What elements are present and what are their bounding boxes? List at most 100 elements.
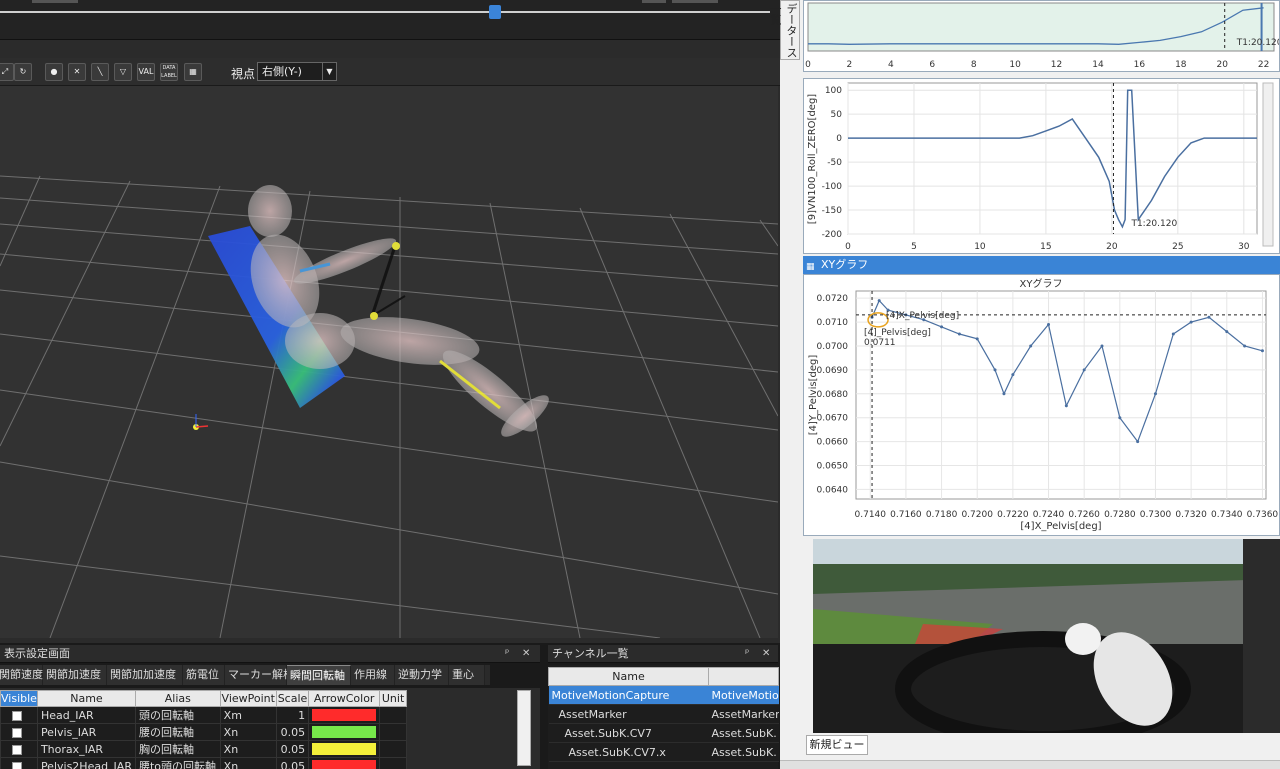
scale-cell[interactable]: 1 (275, 706, 310, 724)
visible-checkbox[interactable] (12, 710, 22, 721)
tab-joint-acceleration[interactable]: 関節加速度 (43, 665, 107, 685)
timeline-field-right-a[interactable] (642, 0, 666, 3)
table-icon[interactable]: ▦ (184, 63, 202, 81)
scale-cell[interactable]: 0.05 (275, 740, 310, 758)
roll-timeseries-chart[interactable]: 100 50 0 -50 -100 -150 -200 0 5 10 15 20 25 30 T1:20.1… (803, 78, 1280, 254)
col-name[interactable]: Name (36, 690, 136, 707)
visible-checkbox[interactable] (12, 761, 22, 769)
data-label-icon[interactable]: DATA LABEL (160, 63, 178, 81)
tab-center-of-mass[interactable]: 重心 (449, 665, 485, 685)
alias-cell[interactable]: 腰の回転軸 (134, 723, 221, 741)
close-icon[interactable]: ✕ (522, 645, 530, 663)
tab-instant-rotation-axis[interactable]: 瞬間回転軸 (287, 665, 351, 685)
unit-cell[interactable] (379, 740, 407, 758)
viewpoint-cell[interactable]: Xn (219, 740, 277, 758)
channel-value[interactable]: AssetMarker (708, 704, 779, 724)
col-unit[interactable]: Unit (379, 690, 407, 707)
col-channel-value[interactable] (708, 667, 779, 686)
y-tick-label: 0.0640 (817, 485, 849, 495)
chevron-down-icon[interactable]: ▼ (322, 63, 336, 80)
x-tick-label: 25 (1172, 242, 1183, 252)
color-swatch[interactable] (312, 743, 377, 755)
visible-checkbox[interactable] (12, 744, 22, 755)
color-swatch[interactable] (312, 760, 377, 769)
tab-line-of-action[interactable]: 作用線 (351, 665, 395, 685)
person-icon[interactable]: ● (45, 63, 63, 81)
scale-cell[interactable]: 0.05 (275, 723, 310, 741)
xy-scatter-chart[interactable]: XYグラフ 0.0720 0.0710 0.0700 0.0690 0.0680 0.067… (803, 274, 1280, 536)
table-row[interactable]: Head_IAR 頭の回転軸 Xm 1 (0, 706, 407, 724)
table-row[interactable]: Pelvis2Head_IAR 腰to頭の回転軸 Xn 0.05 (0, 757, 407, 769)
timeline-field-right-b[interactable] (672, 0, 718, 3)
col-visible[interactable]: Visible (0, 690, 38, 707)
side-tab-data-list[interactable]: データース一覧 (769, 0, 800, 60)
bone-icon[interactable]: ╲ (91, 63, 109, 81)
list-item[interactable]: Asset.SubK.CV7 Asset.SubK. (548, 723, 779, 743)
timeline-field[interactable] (32, 0, 78, 3)
list-item[interactable]: AssetMarker AssetMarker (548, 704, 779, 724)
table-row[interactable]: Pelvis_IAR 腰の回転軸 Xn 0.05 (0, 723, 407, 741)
joint-icon[interactable]: ✕ (68, 63, 86, 81)
col-scale[interactable]: Scale (275, 690, 310, 707)
tab-inverse-dynamics[interactable]: 逆動力学 (395, 665, 449, 685)
channel-value[interactable]: Asset.SubK. (708, 723, 779, 743)
settings-scrollbar[interactable] (517, 690, 531, 766)
tab-marker-analysis[interactable]: マーカー解析 (225, 665, 294, 685)
timeline-slider-thumb[interactable] (489, 5, 501, 19)
pin-icon[interactable]: ᵖ (745, 645, 749, 663)
col-alias[interactable]: Alias (134, 690, 221, 707)
name-cell[interactable]: Pelvis2Head_IAR (36, 757, 136, 769)
tab-emg[interactable]: 筋電位 (183, 665, 225, 685)
alias-cell[interactable]: 頭の回転軸 (134, 706, 221, 724)
col-viewpoint[interactable]: ViewPoint (219, 690, 277, 707)
viewpoint-cell[interactable]: Xn (219, 757, 277, 769)
arrowcolor-cell[interactable] (308, 740, 381, 758)
arrowcolor-cell[interactable] (308, 757, 381, 769)
col-arrowcolor[interactable]: ArrowColor (308, 690, 381, 707)
viewpoint-select[interactable]: 右側(Y-) ▼ (257, 62, 337, 81)
channel-name[interactable]: Asset.SubK.CV7 (548, 723, 709, 743)
mesh-icon[interactable]: ▽ (114, 63, 132, 81)
tab-new-view[interactable]: 新規ビュー (806, 735, 868, 755)
viewpoint-cell[interactable]: Xm (219, 706, 277, 724)
refresh-icon[interactable]: ↻ (14, 63, 32, 81)
list-item[interactable]: Asset.SubK.CV7.x Asset.SubK. (548, 742, 779, 762)
arrowcolor-cell[interactable] (308, 706, 381, 724)
list-item[interactable]: MotiveMotionCapture MotiveMotionC (548, 685, 779, 705)
name-cell[interactable]: Head_IAR (36, 706, 136, 724)
tab-joint-jerk[interactable]: 関節加加速度 (107, 665, 183, 685)
color-swatch[interactable] (312, 726, 377, 738)
top-timeseries-chart[interactable]: T1:20.120 0 2 4 6 8 10 12 14 16 18 20 22 (803, 0, 1280, 72)
unit-cell[interactable] (379, 723, 407, 741)
timeline-track[interactable] (0, 11, 770, 13)
3d-viewport[interactable] (0, 86, 778, 638)
name-cell[interactable]: Thorax_IAR (36, 740, 136, 758)
col-channel-name[interactable]: Name (548, 667, 709, 686)
camera-video-view[interactable] (813, 539, 1280, 733)
color-swatch[interactable] (312, 709, 377, 721)
channel-name[interactable]: MotiveMotionCapture (548, 685, 709, 705)
close-icon[interactable]: ✕ (762, 645, 770, 663)
pin-icon[interactable]: ᵖ (505, 645, 509, 663)
fit-icon[interactable]: ⤢ (0, 63, 14, 81)
table-row[interactable]: Thorax_IAR 胸の回転軸 Xn 0.05 (0, 740, 407, 758)
timeline-bar[interactable] (0, 0, 780, 40)
viewpoint-cell[interactable]: Xn (219, 723, 277, 741)
alias-cell[interactable]: 腰to頭の回転軸 (134, 757, 221, 769)
name-cell[interactable]: Pelvis_IAR (36, 723, 136, 741)
unit-cell[interactable] (379, 706, 407, 724)
data-point (1064, 404, 1068, 408)
arrowcolor-cell[interactable] (308, 723, 381, 741)
channel-value[interactable]: Asset.SubK. (708, 742, 779, 762)
y-tick-label: -200 (822, 230, 843, 240)
data-point (1171, 332, 1175, 336)
scale-cell[interactable]: 0.05 (275, 757, 310, 769)
visible-checkbox[interactable] (12, 727, 22, 738)
channel-name[interactable]: AssetMarker (548, 704, 709, 724)
alias-cell[interactable]: 胸の回転軸 (134, 740, 221, 758)
unit-cell[interactable] (379, 757, 407, 769)
channel-value[interactable]: MotiveMotionC (708, 685, 779, 705)
channel-name[interactable]: Asset.SubK.CV7.x (548, 742, 709, 762)
val-label-icon[interactable]: VAL (137, 63, 155, 81)
tab-joint-velocity[interactable]: 関節速度 (0, 665, 43, 685)
